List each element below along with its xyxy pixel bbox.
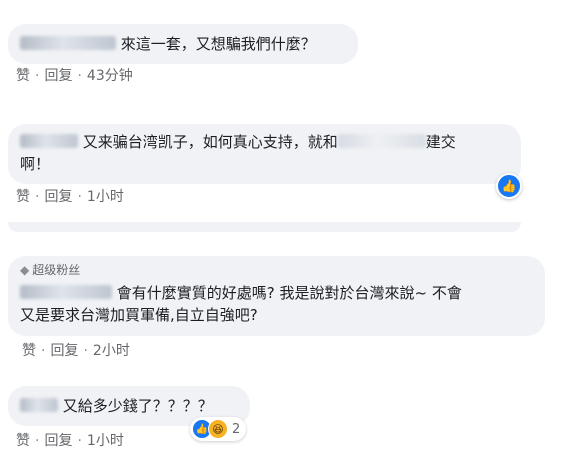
author-name-blurred[interactable] [20,285,112,299]
separator-dot: · [35,189,40,205]
separator-dot: · [77,433,82,449]
diamond-icon: ◆ [20,263,30,277]
reply-button[interactable]: 回复 [50,343,78,359]
like-button[interactable]: 赞 [16,68,30,84]
redacted-country-blurred [337,134,426,148]
comment-text-part1: 又来骗台湾凯子，如何真心支持，就和 [82,133,338,151]
timestamp[interactable]: 43分钟 [87,68,133,84]
partial-comment-bubble [8,222,521,232]
comment-text: 來這一套，又想騙我們什麼？ [120,35,316,53]
separator-dot: · [35,68,40,84]
comment-actions-1: 赞 · 回复 · 43分钟 [16,65,133,85]
comment-actions-4: 赞 · 回复 · 1小时 [16,430,124,450]
like-button[interactable]: 赞 [22,343,36,359]
like-button[interactable]: 赞 [16,433,30,449]
comment-bubble-3: ◆ 超级粉丝 會有什麼實質的好處嗎? 我是說對於台灣來說~ 不會 又是要求台灣加買… [8,256,545,336]
author-name-blurred[interactable] [20,134,78,148]
thumbs-up-icon: 👍 [501,179,517,193]
timestamp[interactable]: 1小时 [87,189,124,205]
haha-emoji-icon: 😆 [208,419,228,439]
comment-bubble-1: 來這一套，又想騙我們什麼？ [8,24,358,64]
comment-actions-2: 赞 · 回复 · 1小时 [16,186,124,206]
separator-dot: · [83,343,88,359]
super-fan-badge: ◆ 超级粉丝 [20,262,533,278]
like-button[interactable]: 赞 [16,189,30,205]
separator-dot: · [77,68,82,84]
reply-button[interactable]: 回复 [44,68,72,84]
reply-button[interactable]: 回复 [44,433,72,449]
comment-text-line2: 又是要求台灣加買軍備,自立自強吧? [20,306,258,324]
comment-text-line1: 會有什麼實質的好處嗎? 我是說對於台灣來說~ 不會 [116,284,462,302]
reaction-summary[interactable]: 👍 😆 2 [190,417,247,441]
comment-text: 又給多少錢了？？？？ [62,397,213,415]
comment-text-line2: 啊！ [20,155,51,173]
badge-label: 超级粉丝 [32,263,81,277]
reply-button[interactable]: 回复 [44,189,72,205]
comment-actions-3: 赞 · 回复 · 2小时 [22,340,130,360]
separator-dot: · [35,433,40,449]
author-name-blurred[interactable] [20,36,116,50]
timestamp[interactable]: 1小时 [87,433,124,449]
like-reaction-icon[interactable]: 👍 [496,173,522,199]
reaction-count: 2 [232,421,241,437]
timestamp[interactable]: 2小时 [93,343,130,359]
author-name-blurred[interactable] [20,398,58,412]
comment-text-part2: 建交 [425,133,456,151]
separator-dot: · [77,189,82,205]
comment-bubble-2: 又来骗台湾凯子，如何真心支持，就和 建交 啊！ [8,124,521,184]
separator-dot: · [41,343,46,359]
